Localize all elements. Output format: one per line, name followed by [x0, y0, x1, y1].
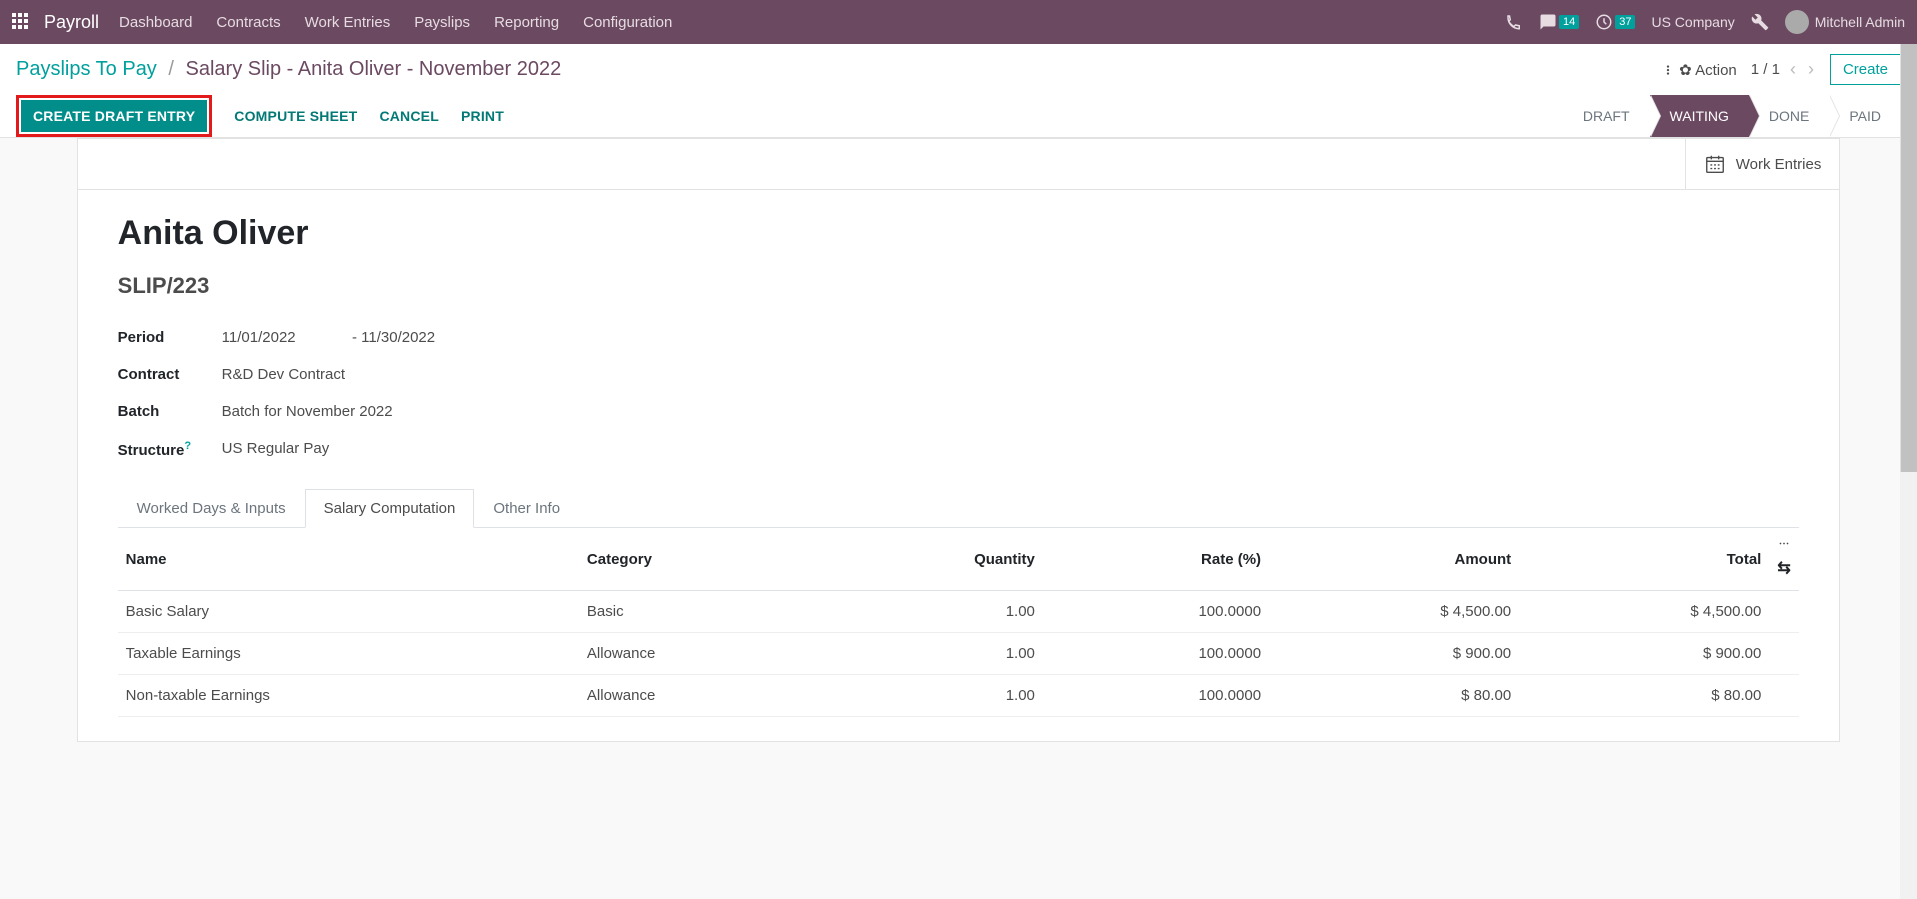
compute-sheet-button[interactable]: COMPUTE SHEET	[234, 108, 357, 124]
pager-next-icon[interactable]: ›	[1806, 59, 1816, 80]
print-button[interactable]: PRINT	[461, 108, 504, 124]
top-navbar: Payroll Dashboard Contracts Work Entries…	[0, 0, 1917, 44]
structure-label: Structure?	[118, 440, 222, 459]
contract-label: Contract	[118, 366, 222, 383]
tab-salary-computation[interactable]: Salary Computation	[305, 489, 475, 528]
batch-value: Batch for November 2022	[222, 403, 393, 420]
cell-amount: $ 900.00	[1269, 633, 1519, 675]
cell-total: $ 900.00	[1519, 633, 1769, 675]
contract-value: R&D Dev Contract	[222, 366, 345, 383]
period-label: Period	[118, 329, 222, 346]
calendar-icon	[1704, 153, 1726, 175]
employee-name: Anita Oliver	[118, 214, 1800, 253]
cell-category: Allowance	[579, 633, 822, 675]
breadcrumb-sep: /	[168, 58, 174, 80]
create-button[interactable]: Create	[1830, 54, 1901, 85]
pager-prev-icon[interactable]: ‹	[1788, 59, 1798, 80]
activities-badge: 37	[1615, 15, 1635, 29]
apps-menu-icon[interactable]	[12, 13, 30, 31]
th-quantity: Quantity	[822, 528, 1043, 591]
status-waiting[interactable]: WAITING	[1650, 95, 1749, 137]
notebook-tabs: Worked Days & Inputs Salary Computation …	[118, 489, 1800, 528]
debug-icon[interactable]	[1751, 13, 1769, 31]
th-rate: Rate (%)	[1043, 528, 1269, 591]
status-draft[interactable]: DRAFT	[1563, 95, 1650, 137]
salary-lines-table: Name Category Quantity Rate (%) Amount T…	[118, 528, 1800, 717]
batch-label: Batch	[118, 403, 222, 420]
menu-payslips[interactable]: Payslips	[414, 14, 470, 31]
cell-amount: $ 80.00	[1269, 675, 1519, 717]
breadcrumb-parent[interactable]: Payslips To Pay	[16, 58, 157, 80]
voip-icon[interactable]	[1505, 13, 1523, 31]
status-done[interactable]: DONE	[1749, 95, 1829, 137]
cell-category: Basic	[579, 591, 822, 633]
scrollbar[interactable]	[1900, 44, 1917, 899]
cell-name: Non-taxable Earnings	[118, 675, 579, 717]
form-sheet: Work Entries Anita Oliver SLIP/223 Perio…	[77, 138, 1841, 742]
table-row[interactable]: Basic Salary Basic 1.00 100.0000 $ 4,500…	[118, 591, 1800, 633]
tab-worked-days[interactable]: Worked Days & Inputs	[118, 489, 305, 527]
cell-options	[1769, 633, 1799, 675]
messages-badge: 14	[1559, 15, 1579, 29]
cell-options	[1769, 675, 1799, 717]
structure-value: US Regular Pay	[222, 440, 330, 459]
work-entries-label: Work Entries	[1736, 156, 1822, 173]
cell-name: Basic Salary	[118, 591, 579, 633]
cell-options	[1769, 591, 1799, 633]
messages-icon[interactable]: 14	[1539, 13, 1579, 31]
period-sep: -	[352, 329, 357, 346]
period-value: 11/01/2022 - 11/30/2022	[222, 329, 435, 346]
cell-name: Taxable Earnings	[118, 633, 579, 675]
menu-work-entries[interactable]: Work Entries	[305, 14, 391, 31]
menu-contracts[interactable]: Contracts	[216, 14, 280, 31]
cell-rate: 100.0000	[1043, 591, 1269, 633]
th-options[interactable]: ⇆	[1769, 528, 1799, 591]
breadcrumb: Payslips To Pay / Salary Slip - Anita Ol…	[16, 58, 561, 81]
cancel-button[interactable]: CANCEL	[379, 108, 439, 124]
cell-total: $ 80.00	[1519, 675, 1769, 717]
pager-value: 1 / 1	[1751, 61, 1780, 78]
period-from: 11/01/2022	[222, 329, 296, 346]
th-total: Total	[1519, 528, 1769, 591]
cell-rate: 100.0000	[1043, 675, 1269, 717]
work-entries-smart-button[interactable]: Work Entries	[1685, 139, 1840, 189]
pager: 1 / 1 ‹ ›	[1751, 59, 1816, 80]
main-menu: Dashboard Contracts Work Entries Payslip…	[119, 14, 672, 31]
slip-number: SLIP/223	[118, 273, 1800, 299]
company-selector[interactable]: US Company	[1651, 14, 1734, 30]
breadcrumb-current: Salary Slip - Anita Oliver - November 20…	[186, 58, 562, 80]
period-to: 11/30/2022	[361, 329, 435, 346]
th-amount: Amount	[1269, 528, 1519, 591]
th-name: Name	[118, 528, 579, 591]
create-draft-entry-button[interactable]: CREATE DRAFT ENTRY	[21, 100, 207, 132]
menu-dashboard[interactable]: Dashboard	[119, 14, 192, 31]
help-icon[interactable]: ?	[184, 440, 191, 452]
action-dropdown[interactable]: ✿ Action	[1661, 61, 1737, 79]
activities-icon[interactable]: 37	[1595, 13, 1635, 31]
table-row[interactable]: Non-taxable Earnings Allowance 1.00 100.…	[118, 675, 1800, 717]
cell-quantity: 1.00	[822, 633, 1043, 675]
cell-total: $ 4,500.00	[1519, 591, 1769, 633]
cell-amount: $ 4,500.00	[1269, 591, 1519, 633]
menu-configuration[interactable]: Configuration	[583, 14, 672, 31]
columns-options-icon[interactable]	[1777, 540, 1791, 554]
cell-category: Allowance	[579, 675, 822, 717]
menu-reporting[interactable]: Reporting	[494, 14, 559, 31]
user-name: Mitchell Admin	[1815, 14, 1905, 30]
highlight-box: CREATE DRAFT ENTRY	[16, 95, 212, 137]
app-name: Payroll	[44, 12, 99, 33]
tab-other-info[interactable]: Other Info	[474, 489, 579, 527]
cell-quantity: 1.00	[822, 591, 1043, 633]
th-category: Category	[579, 528, 822, 591]
status-bar: DRAFT WAITING DONE PAID	[1563, 95, 1901, 137]
control-panel: Payslips To Pay / Salary Slip - Anita Ol…	[0, 44, 1917, 138]
user-menu[interactable]: Mitchell Admin	[1785, 10, 1905, 34]
cell-quantity: 1.00	[822, 675, 1043, 717]
table-row[interactable]: Taxable Earnings Allowance 1.00 100.0000…	[118, 633, 1800, 675]
avatar-icon	[1785, 10, 1809, 34]
cell-rate: 100.0000	[1043, 633, 1269, 675]
